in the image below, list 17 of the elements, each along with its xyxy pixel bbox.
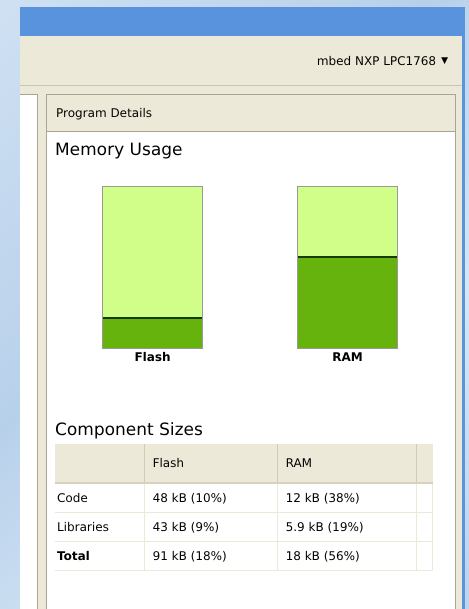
table-cell: 43 kB (9%): [144, 512, 278, 542]
table-cell: 12 kB (38%): [277, 483, 416, 512]
table-cell: 48 kB (10%): [144, 483, 278, 512]
table-cell: Libraries: [55, 512, 144, 542]
section-heading: Memory Usage: [55, 140, 184, 160]
table-cell: Code: [55, 483, 144, 512]
bar-label: RAM: [332, 350, 363, 364]
table-cell: 5.9 kB (19%): [277, 512, 416, 542]
bar-label: Flash: [134, 350, 171, 364]
table-header: RAM: [277, 444, 416, 483]
table-cell: 18 kB (56%): [277, 542, 416, 570]
panel-title: Program Details: [47, 95, 455, 132]
table-cell: 91 kB (18%): [144, 542, 278, 570]
section-heading: Component Sizes: [55, 420, 204, 440]
target-dropdown[interactable]: mbed NXP LPC1768 ▼: [316, 54, 448, 68]
table-cell: Total: [55, 542, 144, 570]
table-header: Flash: [144, 444, 278, 483]
